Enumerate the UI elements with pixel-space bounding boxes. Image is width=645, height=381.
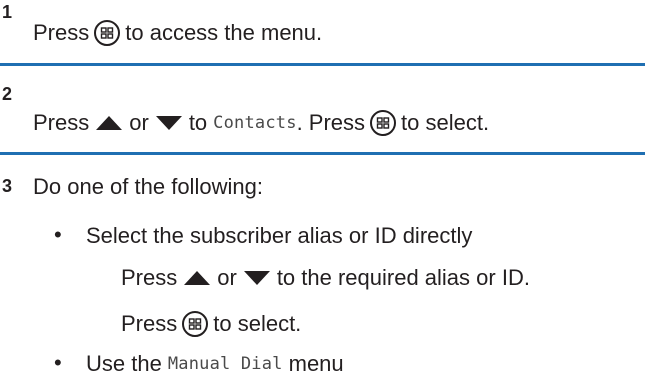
- step-2-number: 2: [2, 84, 13, 104]
- step-3-number: 3: [2, 176, 13, 196]
- step-2-select: to select.: [401, 110, 490, 135]
- down-arrow-icon: [243, 271, 270, 285]
- sub-or: or: [217, 265, 237, 290]
- contacts-menu-item: Contacts: [213, 113, 297, 133]
- menu-ok-button-icon: [182, 311, 209, 337]
- bullet-1-text: Select the subscriber alias or ID direct…: [86, 223, 473, 248]
- bullet-2-post: menu: [288, 351, 344, 376]
- step-2-or: or: [129, 110, 149, 135]
- step-1-number: 1: [2, 2, 13, 22]
- step-2-period: .: [296, 110, 303, 135]
- step-2-text: Press or to Contacts . Press to select.: [33, 108, 489, 138]
- step-1-rest: to access the menu.: [125, 20, 323, 45]
- down-arrow-icon: [155, 116, 182, 130]
- up-arrow-icon: [96, 116, 123, 130]
- step-separator: [0, 152, 645, 155]
- sub-press: Press: [121, 265, 178, 290]
- step-2-to: to: [188, 110, 208, 135]
- manual-dial-menu-item: Manual Dial: [167, 354, 283, 374]
- up-arrow-icon: [184, 271, 211, 285]
- step-1-text: Press to access the menu.: [33, 18, 322, 48]
- step-2-press2: Press: [308, 110, 366, 135]
- menu-ok-button-icon: [94, 20, 121, 46]
- step-separator: [0, 63, 645, 66]
- sub-rest: to the required alias or ID.: [276, 265, 530, 290]
- step-2-press: Press: [33, 110, 90, 135]
- bullet-1-sub-2: Press to select.: [121, 309, 301, 339]
- step-3-intro: Do one of the following:: [33, 174, 263, 199]
- step-1-press: Press: [33, 20, 90, 45]
- bullet-1-marker: •: [54, 222, 62, 247]
- sub-press2: Press: [121, 311, 178, 336]
- menu-ok-button-icon: [370, 110, 397, 136]
- sub-select: to select.: [213, 311, 302, 336]
- bullet-2-marker: •: [54, 350, 62, 375]
- bullet-1-sub-1: Press or to the required alias or ID.: [121, 263, 530, 293]
- bullet-2-text: Use the Manual Dial menu: [86, 350, 344, 378]
- bullet-2-pre: Use the: [86, 351, 162, 376]
